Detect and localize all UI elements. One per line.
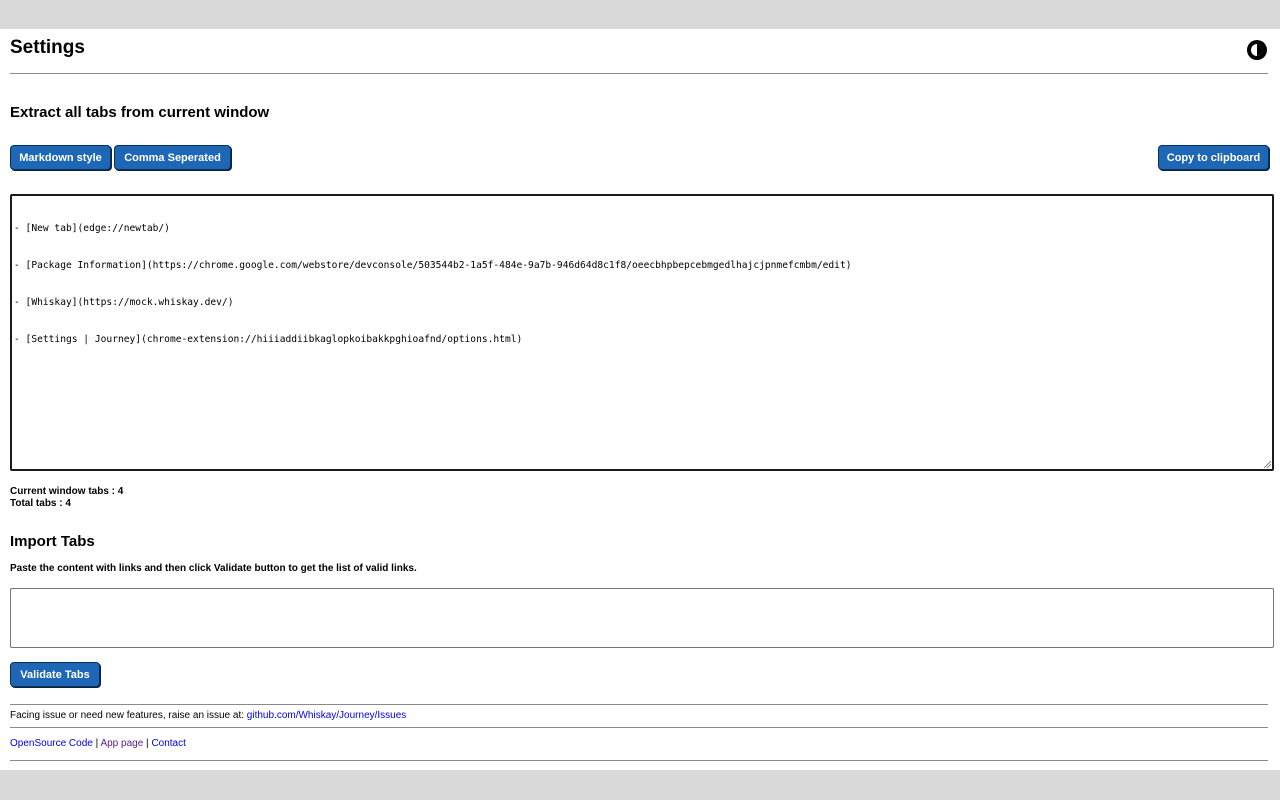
settings-page: Settings Extract all tabs from current w… xyxy=(0,29,1280,770)
current-window-tabs-count: Current window tabs : 4 xyxy=(10,486,124,497)
export-line: - [New tab](edge://newtab/) xyxy=(14,222,170,234)
tab-counts: Current window tabs : 4 Total tabs : 4 xyxy=(10,486,123,510)
validate-tabs-button[interactable]: Validate Tabs xyxy=(10,662,100,687)
divider xyxy=(10,727,1268,728)
issue-text: Facing issue or need new features, raise… xyxy=(10,710,247,721)
opensource-code-link[interactable]: OpenSource Code xyxy=(10,738,93,749)
issue-line: Facing issue or need new features, raise… xyxy=(10,710,406,722)
comma-separated-button[interactable]: Comma Seperated xyxy=(114,145,231,170)
divider xyxy=(10,760,1268,761)
extract-heading: Extract all tabs from current window xyxy=(10,104,270,121)
export-line: - [Package Information](https://chrome.g… xyxy=(14,260,852,272)
footer-links: OpenSource Code | App page | Contact xyxy=(10,738,186,750)
contrast-icon[interactable] xyxy=(1246,39,1268,61)
app-page-link[interactable]: App page xyxy=(100,738,143,749)
export-textarea[interactable]: - [New tab](edge://newtab/) - [Package I… xyxy=(10,194,1274,471)
import-hint: Paste the content with links and then cl… xyxy=(10,563,417,574)
export-line: - [Whiskay](https://mock.whiskay.dev/) xyxy=(14,297,234,309)
resize-grip-icon[interactable] xyxy=(1263,460,1271,468)
page-title: Settings xyxy=(10,37,85,58)
issues-link[interactable]: github.com/Whiskay/Journey/Issues xyxy=(247,710,407,721)
import-textarea[interactable] xyxy=(10,588,1274,648)
import-heading: Import Tabs xyxy=(10,533,95,550)
total-tabs-count: Total tabs : 4 xyxy=(10,498,71,509)
export-line: - [Settings | Journey](chrome-extension:… xyxy=(14,334,523,346)
header: Settings xyxy=(10,29,1268,74)
contact-link[interactable]: Contact xyxy=(151,738,185,749)
markdown-style-button[interactable]: Markdown style xyxy=(10,145,111,170)
copy-to-clipboard-button[interactable]: Copy to clipboard xyxy=(1158,145,1269,170)
divider xyxy=(10,704,1268,705)
